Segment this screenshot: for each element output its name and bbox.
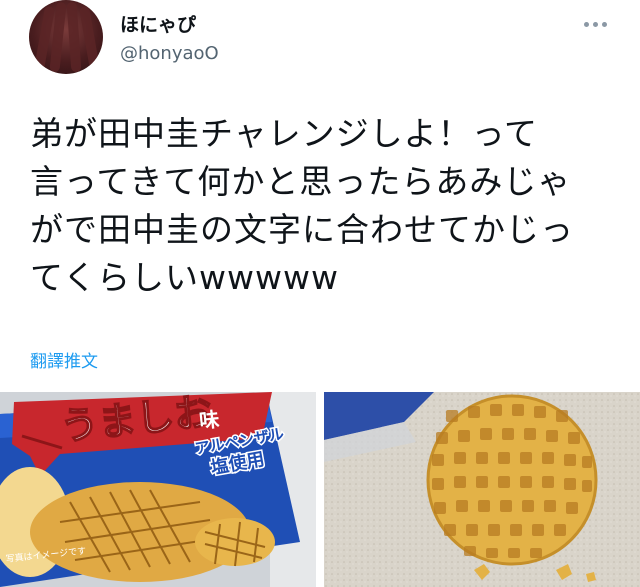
display-name[interactable]: ほにゃぴ xyxy=(120,10,196,37)
avatar[interactable] xyxy=(29,0,103,74)
tweet-text-line: てくらしいwwwww xyxy=(30,258,339,297)
tweet-photo-snack-bag[interactable]: うましお 味 アルペンザル 塩使用 写真はイメージです xyxy=(0,392,316,587)
tweet-photo-waffle-chip[interactable] xyxy=(324,392,640,587)
tweet-text-line: 弟が田中圭チャレンジしよ！って xyxy=(30,114,539,153)
more-horizontal-icon[interactable] xyxy=(584,18,614,30)
translate-tweet-link[interactable]: 翻譯推文 xyxy=(30,347,98,372)
tweet-text: 弟が田中圭チャレンジしよ！って 言ってきて何かと思ったらあみじゃ がで田中圭の文… xyxy=(30,110,620,302)
snack-bag-illustration: うましお 味 アルペンザル 塩使用 写真はイメージです xyxy=(0,392,316,587)
tweet-text-line: 言ってきて何かと思ったらあみじゃ xyxy=(30,162,572,201)
waffle-chip-illustration xyxy=(324,392,640,587)
user-handle[interactable]: @honyaoO xyxy=(120,43,219,64)
tweet-text-line: がで田中圭の文字に合わせてかじっ xyxy=(30,210,574,249)
avatar-hair xyxy=(78,5,102,74)
bag-flavor-suffix: 味 xyxy=(198,407,220,433)
